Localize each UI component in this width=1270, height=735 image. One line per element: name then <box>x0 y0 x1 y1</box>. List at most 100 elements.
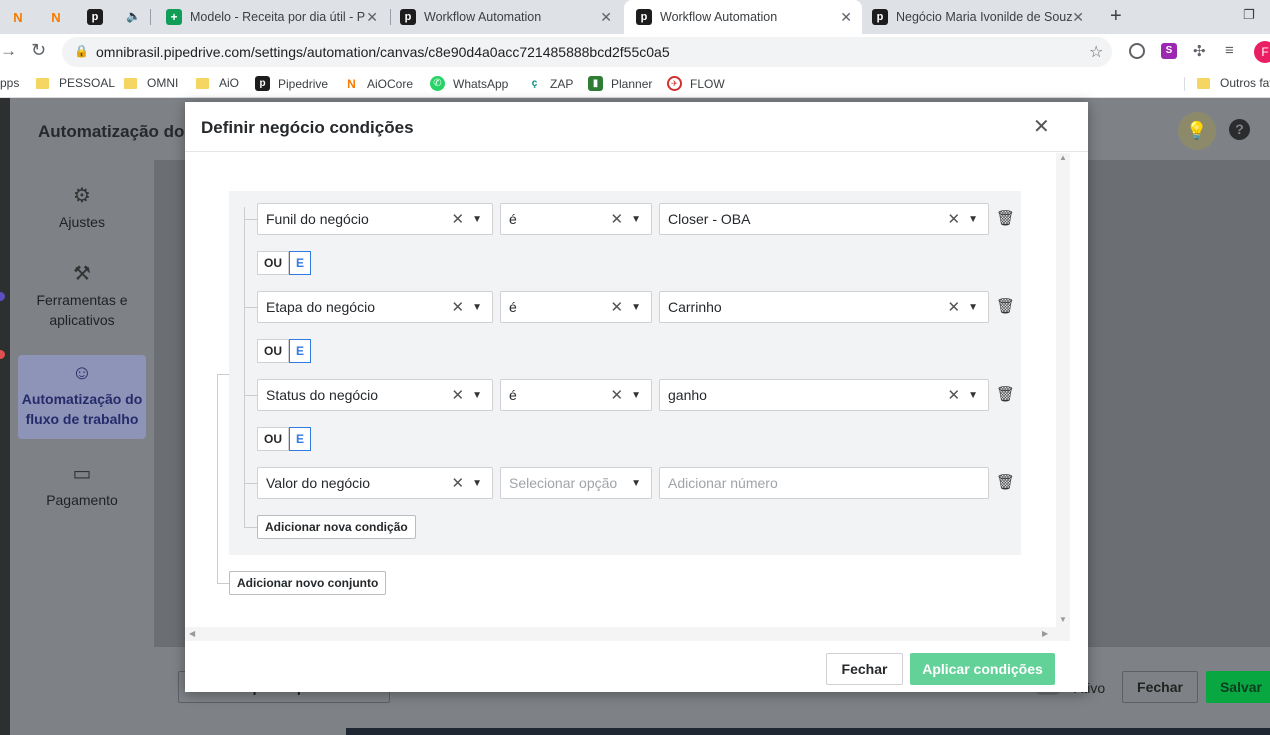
bookmark-whatsapp[interactable]: ✆ WhatsApp <box>430 76 508 91</box>
omni-tab-icon[interactable]: N <box>48 9 64 25</box>
bookmark-omni[interactable]: OMNI <box>124 76 178 90</box>
scroll-right-icon[interactable]: ▶ <box>1042 629 1048 638</box>
bookmark-apps[interactable]: pps <box>0 76 19 90</box>
and-button[interactable]: E <box>289 339 312 363</box>
url-text[interactable]: omnibrasil.pipedrive.com/settings/automa… <box>96 44 670 60</box>
clear-icon[interactable]: ✕ <box>948 210 961 228</box>
bookmark-outros[interactable]: Outros fav <box>1197 76 1270 90</box>
tab-negocio[interactable]: p Negócio Maria Ivonilde de Souz ✕ <box>864 0 1094 34</box>
chevron-down-icon: ▼ <box>631 389 641 401</box>
bookmark-planner[interactable]: ▮ Planner <box>588 76 652 91</box>
condition-operator-select[interactable]: é ✕ ▼ <box>500 291 652 323</box>
pipedrive-tab-icon[interactable]: p <box>87 9 103 25</box>
puzzle-icon[interactable]: ✣ <box>1193 42 1206 60</box>
clear-icon[interactable]: ✕ <box>611 210 624 228</box>
reload-icon[interactable]: ↻ <box>31 40 46 61</box>
sheets-icon: + <box>166 9 182 25</box>
sidebar-item-pagamento[interactable]: ▭ Pagamento <box>18 460 146 520</box>
modal-title: Definir negócio condições <box>201 118 414 137</box>
tab-workflow-1[interactable]: p Workflow Automation ✕ <box>392 0 622 34</box>
sidebar-item-ferramentas[interactable]: ⚒ Ferramentas e aplicativos <box>18 260 146 340</box>
close-tab-icon[interactable]: ✕ <box>840 9 852 26</box>
clear-icon[interactable]: ✕ <box>948 386 961 404</box>
media-icon[interactable]: ≡ <box>1225 42 1234 59</box>
chevron-down-icon: ▼ <box>472 301 482 313</box>
close-icon[interactable]: ✕ <box>1033 114 1050 139</box>
clear-icon[interactable]: ✕ <box>611 386 624 404</box>
bookmark-pipedrive[interactable]: p Pipedrive <box>255 76 328 91</box>
condition-operator-select[interactable]: é ✕ ▼ <box>500 379 652 411</box>
lock-icon: 🔒 <box>74 44 89 58</box>
chevron-down-icon: ▼ <box>968 389 978 401</box>
condition-field-select[interactable]: Etapa do negócio ✕ ▼ <box>257 291 493 323</box>
sidebar-item-automatizacao[interactable]: ☺ Automatização do fluxo de trabalho <box>18 355 146 439</box>
trash-icon[interactable]: 🗑 <box>996 473 1015 491</box>
condition-field-select[interactable]: Valor do negócio ✕ ▼ <box>257 467 493 499</box>
clear-icon[interactable]: ✕ <box>611 298 624 316</box>
extension-s-icon[interactable]: S <box>1161 43 1177 59</box>
clear-icon[interactable]: ✕ <box>452 386 465 404</box>
star-icon[interactable]: ☆ <box>1089 42 1103 62</box>
forward-icon[interactable]: → <box>0 41 17 61</box>
tab-modelo[interactable]: + Modelo - Receita por dia útil - P ✕ <box>158 0 388 34</box>
or-button[interactable]: OU <box>257 251 289 275</box>
omni-tab-icon[interactable]: N <box>10 9 26 25</box>
clear-icon[interactable]: ✕ <box>452 474 465 492</box>
lightbulb-icon[interactable]: 💡 <box>1178 112 1216 150</box>
restore-window-icon[interactable]: ❐ <box>1243 7 1255 23</box>
zap-icon: ç <box>531 78 538 89</box>
or-button[interactable]: OU <box>257 427 289 451</box>
scroll-down-icon[interactable]: ▼ <box>1059 615 1067 624</box>
bookmark-aio[interactable]: AiO <box>196 76 239 90</box>
condition-value-input[interactable]: Adicionar número <box>659 467 989 499</box>
speaker-icon[interactable]: 🔈 <box>126 9 141 23</box>
extension-circle-icon[interactable] <box>1129 43 1145 59</box>
add-set-button[interactable]: Adicionar novo conjunto <box>229 571 387 595</box>
condition-set: Funil do negócio ✕ ▼ é ✕ ▼ Closer - OBA ✕ ▼… <box>229 191 1021 555</box>
sidebar-item-ajustes[interactable]: ⚙ Ajustes <box>18 182 146 242</box>
close-tab-icon[interactable]: ✕ <box>1072 9 1084 26</box>
trash-icon[interactable]: 🗑 <box>996 385 1015 403</box>
condition-field-select[interactable]: Funil do negócio ✕ ▼ <box>257 203 493 235</box>
or-and-toggle[interactable]: OU E <box>257 251 312 275</box>
page-close-button[interactable]: Fechar <box>1122 671 1198 703</box>
scroll-left-icon[interactable]: ◀ <box>189 629 195 638</box>
new-tab-icon[interactable]: + <box>1110 5 1122 28</box>
or-and-toggle[interactable]: OU E <box>257 427 312 451</box>
flow-icon: ✈ <box>667 76 682 91</box>
add-condition-button[interactable]: Adicionar nova condição <box>257 515 416 539</box>
condition-field-select[interactable]: Status do negócio ✕ ▼ <box>257 379 493 411</box>
scroll-up-icon[interactable]: ▲ <box>1059 153 1067 162</box>
condition-operator-select[interactable]: é ✕ ▼ <box>500 203 652 235</box>
modal-close-button[interactable]: Fechar <box>826 653 903 685</box>
tab-workflow-active[interactable]: p Workflow Automation ✕ <box>624 0 862 34</box>
close-tab-icon[interactable]: ✕ <box>600 9 612 26</box>
bookmark-pessoal[interactable]: PESSOAL <box>36 76 115 90</box>
profile-avatar[interactable]: F <box>1254 41 1270 63</box>
horizontal-scrollbar[interactable]: ◀ ▶ <box>185 627 1070 641</box>
clear-icon[interactable]: ✕ <box>452 210 465 228</box>
save-button[interactable]: Salvar <box>1206 671 1270 703</box>
condition-value-select[interactable]: Carrinho ✕ ▼ <box>659 291 989 323</box>
and-button[interactable]: E <box>289 251 312 275</box>
bookmark-zap[interactable]: ç ZAP <box>527 76 574 91</box>
apply-conditions-button[interactable]: Aplicar condições <box>910 653 1055 685</box>
trash-icon[interactable]: 🗑 <box>996 297 1015 315</box>
omnibox[interactable]: 🔒 omnibrasil.pipedrive.com/settings/auto… <box>62 37 1112 67</box>
trash-icon[interactable]: 🗑 <box>996 209 1015 227</box>
whatsapp-icon: ✆ <box>430 76 445 91</box>
and-button[interactable]: E <box>289 427 312 451</box>
condition-value-select[interactable]: Closer - OBA ✕ ▼ <box>659 203 989 235</box>
bookmark-flow[interactable]: ✈ FLOW <box>667 76 725 91</box>
clear-icon[interactable]: ✕ <box>948 298 961 316</box>
condition-operator-select[interactable]: Selecionar opção ▼ <box>500 467 652 499</box>
bookmark-aiocore[interactable]: N AiOCore <box>344 76 413 91</box>
close-tab-icon[interactable]: ✕ <box>366 9 378 26</box>
clear-icon[interactable]: ✕ <box>452 298 465 316</box>
bookmarks-bar: pps PESSOAL OMNI AiO p Pipedrive N AiOCore… <box>0 70 1270 98</box>
condition-value-select[interactable]: ganho ✕ ▼ <box>659 379 989 411</box>
vertical-scrollbar[interactable]: ▲ ▼ <box>1056 153 1070 627</box>
help-icon[interactable]: ? <box>1229 119 1250 140</box>
or-and-toggle[interactable]: OU E <box>257 339 312 363</box>
or-button[interactable]: OU <box>257 339 289 363</box>
